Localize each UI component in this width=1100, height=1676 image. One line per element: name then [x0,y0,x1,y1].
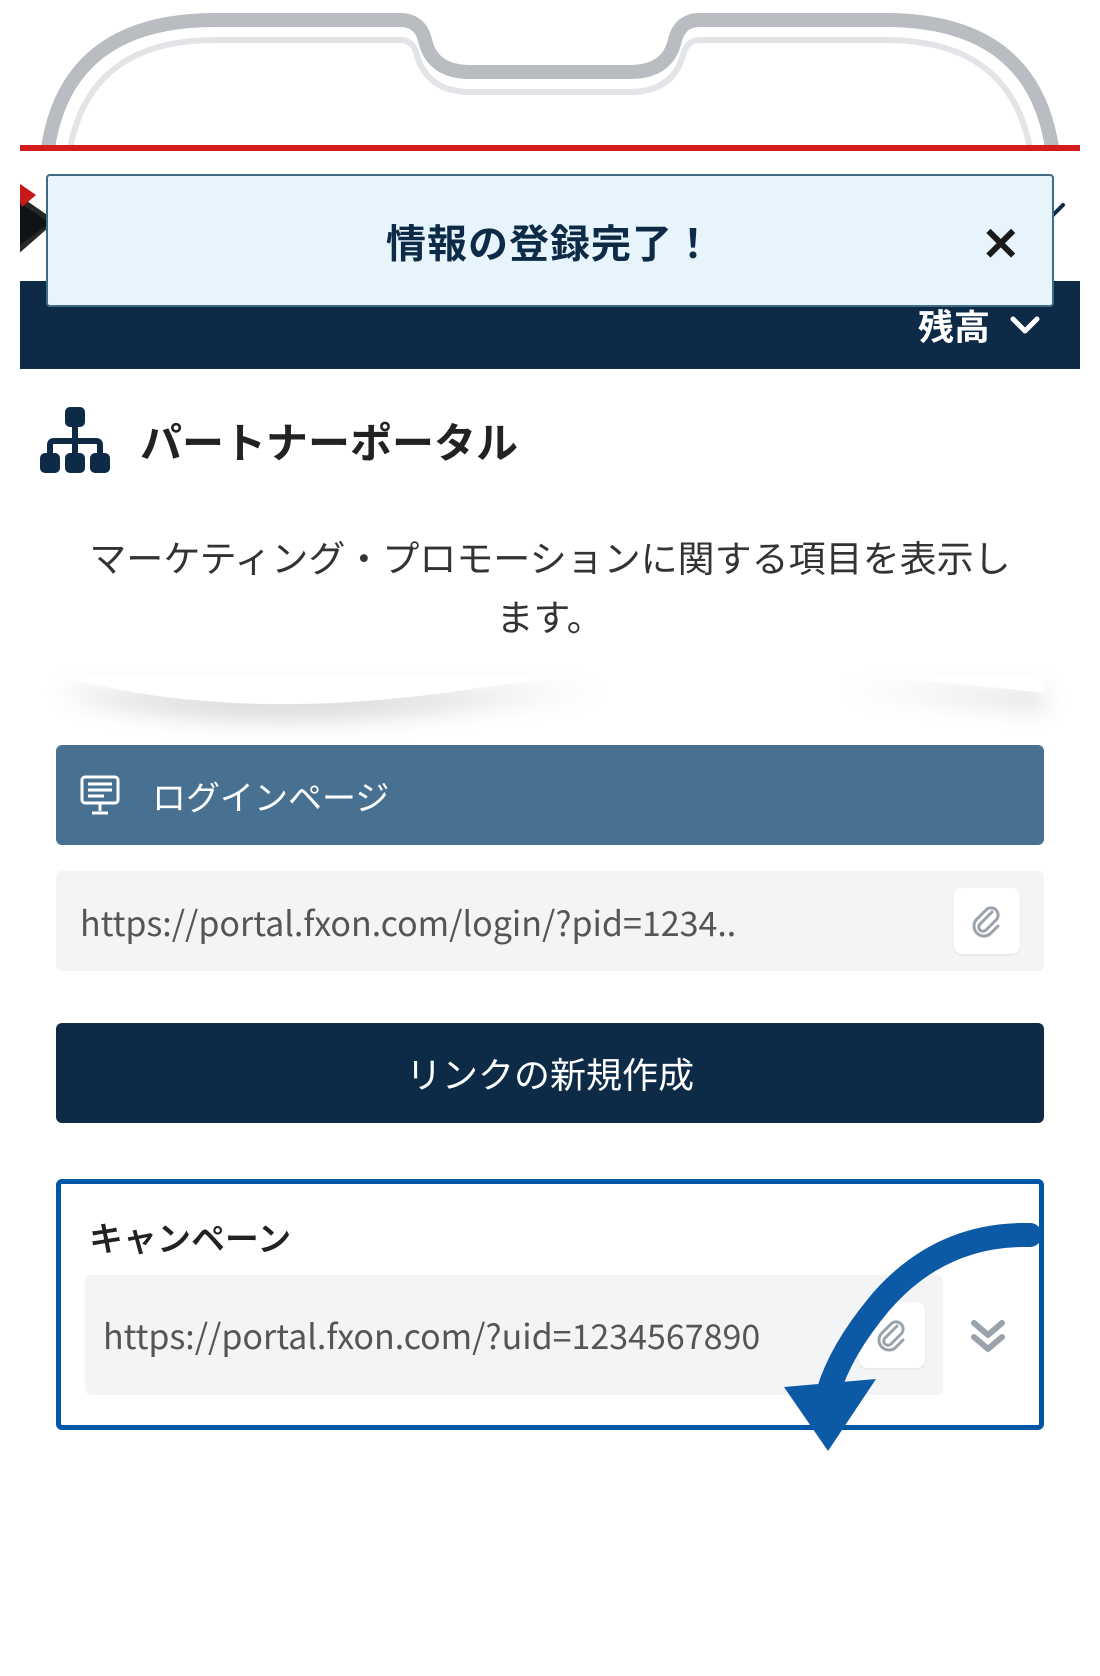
close-icon[interactable]: ✕ [981,218,1020,264]
create-link-button[interactable]: リンクの新規作成 [56,1023,1044,1123]
chevron-down-icon [1010,315,1040,335]
login-header-label: ログインページ [152,771,389,820]
paperclip-icon [970,904,1004,938]
description-text: マーケティング・プロモーションに関する項目を表示します。 [89,529,1010,642]
toast-banner: 情報の登録完了！ ✕ [46,174,1054,307]
double-chevron-down-icon [966,1313,1010,1357]
section-separator [56,675,1044,735]
campaign-title: キャンペーン [85,1212,1015,1275]
copy-login-url-button[interactable] [954,888,1020,954]
copy-campaign-url-button[interactable] [859,1302,925,1368]
section-title-row: パートナーポータル [20,369,1080,503]
paperclip-icon [875,1318,909,1352]
sitemap-icon [38,405,112,475]
create-link-label: リンクの新規作成 [406,1047,694,1099]
toast-title: 情報の登録完了！ [386,212,714,270]
campaign-url-box: https://portal.fxon.com/?uid=1234567890 [85,1275,943,1395]
campaign-card: キャンペーン https://portal.fxon.com/?uid=1234… [56,1179,1044,1430]
description-card: マーケティング・プロモーションに関する項目を表示します。 [56,503,1044,685]
app-header: 情報の登録完了！ ✕ [20,151,1080,281]
login-url-text: https://portal.fxon.com/login/?pid=1234.… [80,897,938,946]
expand-campaign-button[interactable] [961,1313,1015,1357]
page-title: パートナーポータル [140,410,518,471]
login-page-header: ログインページ [56,745,1044,845]
monitor-icon [78,773,122,817]
campaign-url-text: https://portal.fxon.com/?uid=1234567890 [103,1302,845,1368]
login-url-row: https://portal.fxon.com/login/?pid=1234.… [56,871,1044,971]
